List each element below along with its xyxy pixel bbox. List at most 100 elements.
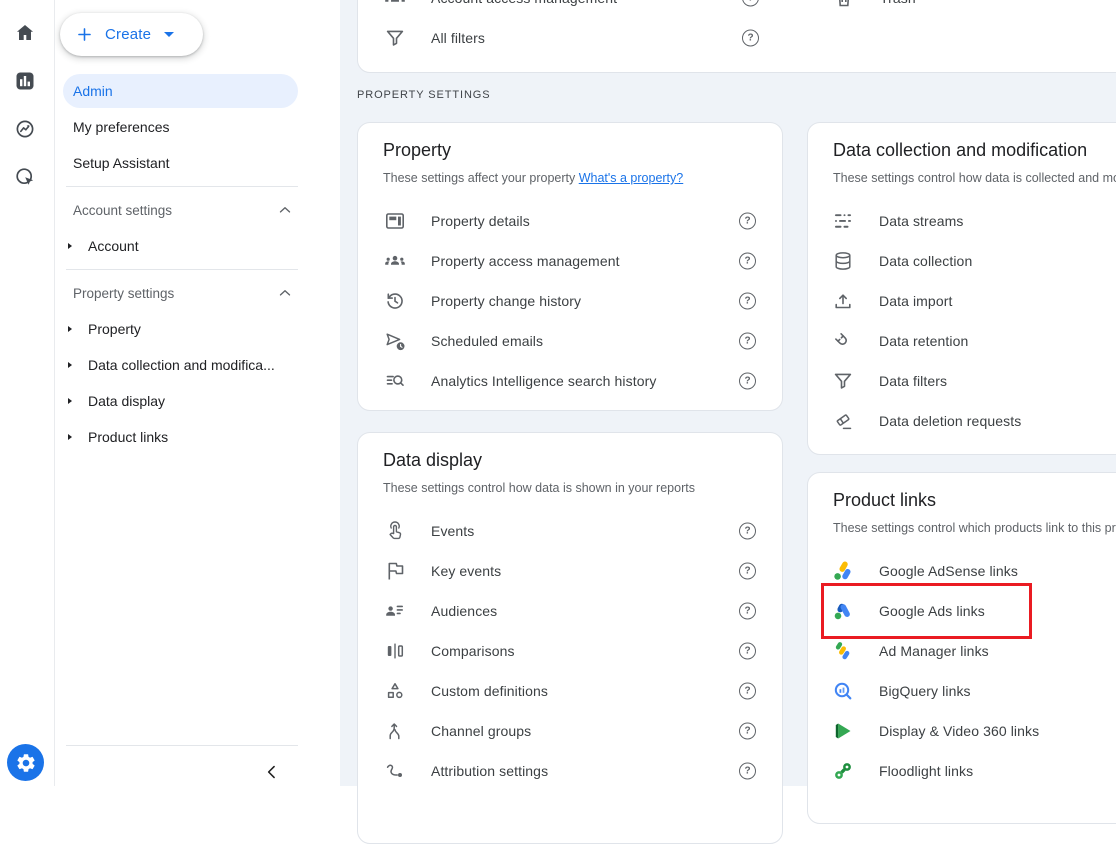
row-label: Channel groups — [431, 723, 531, 739]
collapse-nav-icon[interactable] — [262, 762, 282, 782]
row-label: Google Ads links — [879, 603, 985, 619]
row-scheduled-emails[interactable]: Scheduled emails ? — [358, 321, 782, 361]
expand-arrow-icon — [68, 434, 72, 440]
upload-icon — [831, 289, 855, 313]
row-comparisons[interactable]: Comparisons ? — [358, 631, 782, 671]
row-data-collection[interactable]: Data collection — [808, 241, 1116, 281]
nav-item-product-links[interactable]: Product links — [68, 419, 168, 455]
nav-item-my-preferences[interactable]: My preferences — [54, 109, 304, 145]
row-label: Comparisons — [431, 643, 515, 659]
row-ad-manager-links[interactable]: Ad Manager links — [808, 631, 1116, 671]
nav-item-property[interactable]: Property — [68, 311, 141, 347]
row-label: Property change history — [431, 293, 581, 309]
row-data-deletion-requests[interactable]: Data deletion requests — [808, 401, 1116, 441]
row-bigquery-links[interactable]: BigQuery links — [808, 671, 1116, 711]
help-icon[interactable]: ? — [739, 213, 756, 230]
nav-item-label: Admin — [73, 83, 113, 99]
help-icon[interactable]: ? — [739, 293, 756, 310]
row-display-video-360-links[interactable]: Display & Video 360 links — [808, 711, 1116, 751]
nav-divider — [66, 745, 298, 746]
nav-item-admin[interactable]: Admin — [63, 74, 298, 108]
history-icon — [383, 289, 407, 313]
help-icon[interactable]: ? — [742, 30, 759, 47]
ga-admin-page: { "colors": { "accent_blue": "#1a73e8", … — [0, 0, 1116, 786]
expand-arrow-icon — [68, 326, 72, 332]
row-custom-definitions[interactable]: Custom definitions ? — [358, 671, 782, 711]
nav-item-label: My preferences — [73, 119, 169, 135]
reports-icon[interactable] — [13, 69, 37, 93]
funnel-icon — [831, 369, 855, 393]
help-icon[interactable]: ? — [739, 373, 756, 390]
card-title: Property — [383, 140, 451, 161]
eraser-icon — [831, 409, 855, 433]
row-attribution-settings[interactable]: Attribution settings ? — [358, 751, 782, 791]
row-label: Audiences — [431, 603, 497, 619]
whats-a-property-link[interactable]: What's a property? — [579, 171, 684, 185]
touch-icon — [383, 519, 407, 543]
nav-divider — [66, 269, 298, 270]
card-subtitle: These settings control which products li… — [833, 521, 1116, 535]
nav-item-data-collection[interactable]: Data collection and modifica... — [68, 347, 275, 383]
help-icon[interactable]: ? — [742, 0, 759, 7]
help-icon[interactable]: ? — [739, 643, 756, 660]
help-icon[interactable]: ? — [739, 333, 756, 350]
help-icon[interactable]: ? — [739, 523, 756, 540]
row-all-filters[interactable]: All filters ? — [358, 18, 1116, 58]
help-icon[interactable]: ? — [739, 603, 756, 620]
nav-section-property-settings[interactable]: Property settings — [73, 283, 174, 303]
row-data-import[interactable]: Data import — [808, 281, 1116, 321]
row-data-retention[interactable]: Data retention — [808, 321, 1116, 361]
explore-icon[interactable] — [13, 117, 37, 141]
row-key-events[interactable]: Key events ? — [358, 551, 782, 591]
row-data-streams[interactable]: Data streams — [808, 201, 1116, 241]
chevron-up-icon[interactable] — [276, 284, 294, 302]
nav-item-data-display[interactable]: Data display — [68, 383, 165, 419]
row-floodlight-links[interactable]: Floodlight links — [808, 751, 1116, 791]
expand-arrow-icon — [68, 243, 72, 249]
gear-icon — [15, 752, 37, 774]
comparisons-icon — [383, 639, 407, 663]
nav-item-label: Data display — [88, 393, 165, 409]
nav-section-account-settings[interactable]: Account settings — [73, 200, 172, 220]
row-label: Analytics Intelligence search history — [431, 373, 656, 389]
nav-section-label: Account settings — [73, 203, 172, 218]
create-button[interactable]: Create — [60, 13, 203, 56]
help-icon[interactable]: ? — [739, 723, 756, 740]
row-property-details[interactable]: Property details ? — [358, 201, 782, 241]
nav-item-account[interactable]: Account — [68, 228, 139, 264]
admin-settings-button[interactable] — [7, 744, 44, 781]
help-icon[interactable]: ? — [739, 253, 756, 270]
row-audiences[interactable]: Audiences ? — [358, 591, 782, 631]
row-label: Data import — [879, 293, 952, 309]
card-title: Data display — [383, 450, 482, 471]
row-label: Data filters — [879, 373, 947, 389]
row-events[interactable]: Events ? — [358, 511, 782, 551]
data-collection-card: Data collection and modification These s… — [807, 122, 1116, 455]
nav-item-setup-assistant[interactable]: Setup Assistant — [54, 145, 304, 181]
data-display-card: Data display These settings control how … — [357, 432, 783, 844]
row-property-access-management[interactable]: Property access management ? — [358, 241, 782, 281]
chevron-up-icon[interactable] — [276, 201, 294, 219]
expand-arrow-icon — [68, 398, 72, 404]
row-trash[interactable]: Trash — [807, 0, 1107, 18]
row-label: Data retention — [879, 333, 968, 349]
row-label: Floodlight links — [879, 763, 973, 779]
row-property-change-history[interactable]: Property change history ? — [358, 281, 782, 321]
row-label: All filters — [431, 30, 485, 46]
row-label: Key events — [431, 563, 501, 579]
row-data-filters[interactable]: Data filters — [808, 361, 1116, 401]
home-icon[interactable] — [13, 21, 37, 45]
row-google-adsense-links[interactable]: Google AdSense links — [808, 551, 1116, 591]
account-settings-card: Account access management ? All filters … — [357, 0, 1116, 73]
app-rail — [0, 0, 55, 786]
row-channel-groups[interactable]: Channel groups ? — [358, 711, 782, 751]
advertising-icon[interactable] — [13, 165, 37, 189]
chevron-down-icon — [164, 32, 174, 37]
floodlight-logo — [831, 759, 855, 783]
help-icon[interactable]: ? — [739, 763, 756, 780]
row-google-ads-links[interactable]: Google Ads links — [808, 591, 1116, 631]
card-title: Product links — [833, 490, 936, 511]
row-analytics-intelligence-search-history[interactable]: Analytics Intelligence search history ? — [358, 361, 782, 401]
help-icon[interactable]: ? — [739, 563, 756, 580]
help-icon[interactable]: ? — [739, 683, 756, 700]
